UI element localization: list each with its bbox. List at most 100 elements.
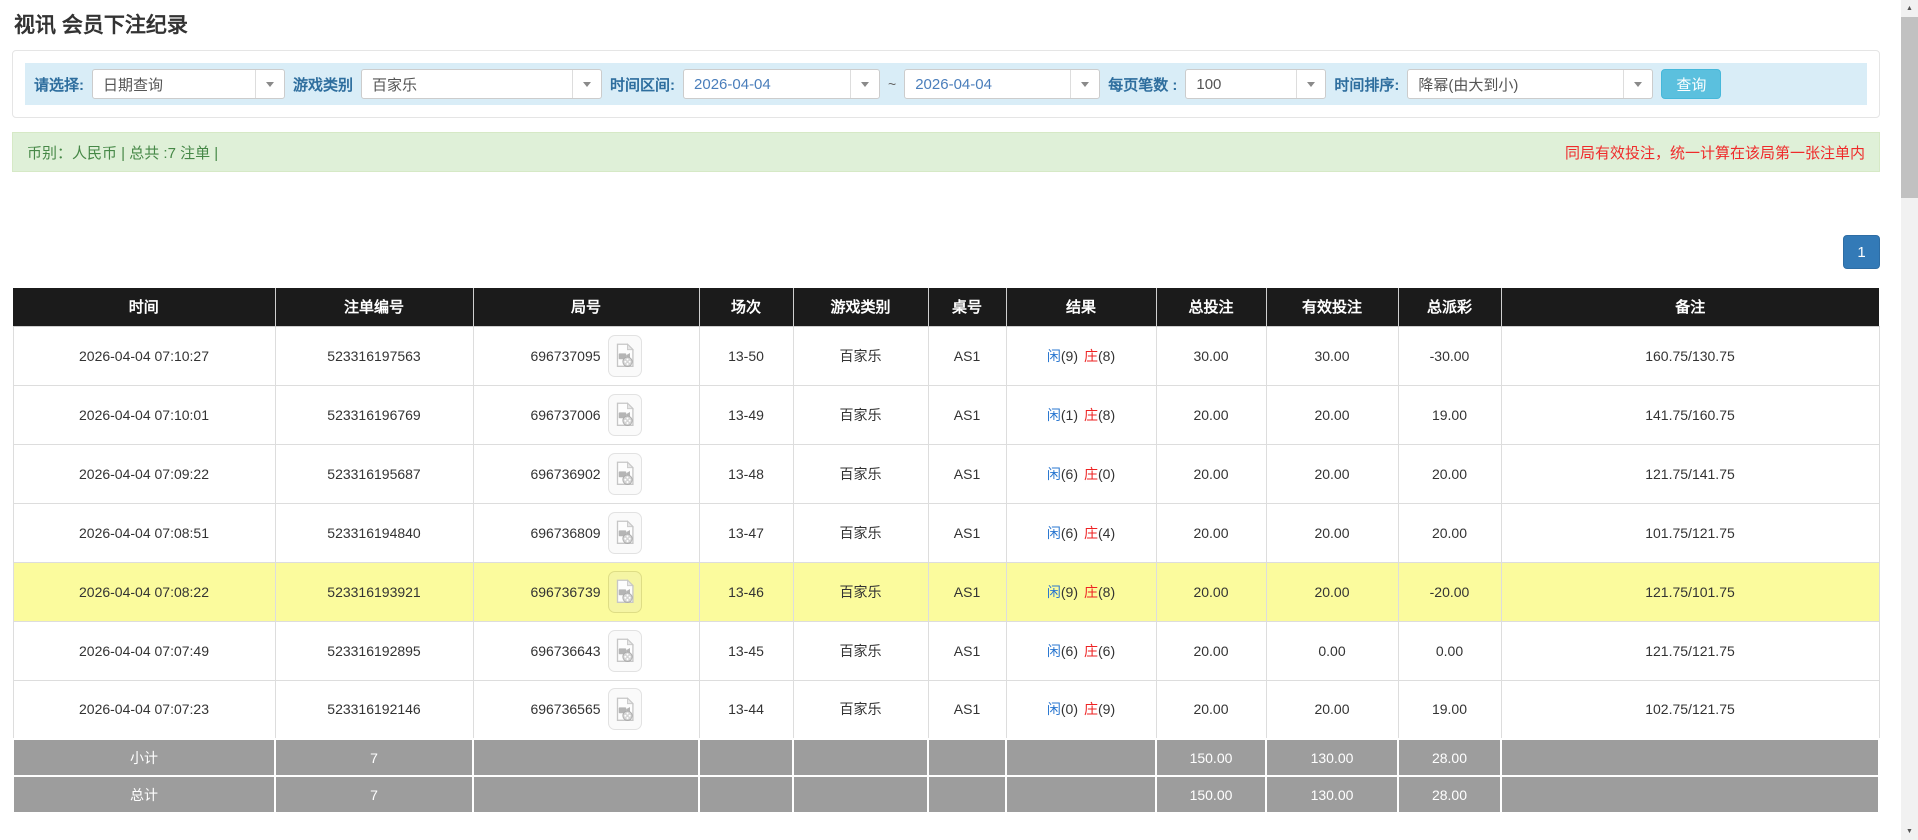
page-title: 视讯 会员下注纪录: [14, 9, 1880, 39]
date-from-select[interactable]: 2026-04-04: [683, 69, 880, 99]
cell-total-bet-link[interactable]: 20.00: [1156, 385, 1266, 444]
scroll-up-arrow-icon[interactable]: ▲: [1901, 0, 1918, 17]
cell-round-id: 696736643: [473, 621, 699, 680]
table-row: 2026-04-04 07:09:22 523316195687 6967369…: [13, 444, 1879, 503]
cell-total-bet-link[interactable]: 20.00: [1156, 562, 1266, 621]
empty-cell: [1501, 739, 1879, 776]
bet-records-table: 时间 注单编号 局号 场次 游戏类别 桌号 结果 总投注 有效投注 总派彩 备注…: [12, 288, 1880, 814]
subtotal-label: 小计: [13, 739, 275, 776]
valid-bet-note: 同局有效投注，统一计算在该局第一张注单内: [1565, 142, 1865, 163]
game-type-select[interactable]: 百家乐: [361, 69, 602, 99]
cell-total-bet-link[interactable]: 20.00: [1156, 621, 1266, 680]
subtotal-total-bet: 150.00: [1156, 739, 1266, 776]
game-type-value: 百家乐: [362, 74, 572, 95]
result-banker-score: (0): [1098, 466, 1115, 482]
cell-bet-id: 523316196769: [275, 385, 473, 444]
filter-bar: 请选择: 日期查询 游戏类别 百家乐 时间区间: 2026-04-04 ~ 20…: [25, 63, 1867, 105]
cell-bet-id: 523316192895: [275, 621, 473, 680]
cell-valid-bet: 20.00: [1266, 444, 1398, 503]
query-type-select[interactable]: 日期查询: [92, 69, 285, 99]
cell-session: 13-46: [699, 562, 793, 621]
date-to-select[interactable]: 2026-04-04: [904, 69, 1100, 99]
result-player-score: (9): [1061, 584, 1078, 600]
header-bet-id: 注单编号: [275, 288, 473, 326]
total-count: 7: [275, 776, 473, 813]
page-size-value: 100: [1186, 76, 1296, 93]
page-1-button[interactable]: 1: [1843, 235, 1880, 269]
cell-result: 闲(9)庄(8): [1006, 562, 1156, 621]
video-replay-button[interactable]: [608, 688, 642, 730]
video-replay-button[interactable]: [608, 453, 642, 495]
scrollbar-thumb[interactable]: [1901, 17, 1918, 198]
cell-note: 160.75/130.75: [1501, 326, 1879, 385]
cell-total-bet-link[interactable]: 20.00: [1156, 503, 1266, 562]
result-player: 闲: [1047, 407, 1061, 423]
total-row: 总计 7 150.00 130.00 28.00: [13, 776, 1879, 813]
round-id-text: 696736809: [530, 525, 600, 541]
header-game-type: 游戏类别: [793, 288, 928, 326]
table-row: 2026-04-04 07:10:01 523316196769 6967370…: [13, 385, 1879, 444]
table-row: 2026-04-04 07:10:27 523316197563 6967370…: [13, 326, 1879, 385]
cell-payout: 20.00: [1398, 503, 1501, 562]
query-type-label: 请选择:: [34, 74, 84, 95]
cell-note: 141.75/160.75: [1501, 385, 1879, 444]
result-banker-score: (9): [1098, 701, 1115, 717]
result-banker-score: (8): [1098, 348, 1115, 364]
cell-valid-bet: 20.00: [1266, 385, 1398, 444]
pagination: 1: [12, 235, 1880, 269]
summary-bar: 币别：人民币 | 总共 :7 注单 | 同局有效投注，统一计算在该局第一张注单内: [12, 132, 1880, 172]
video-replay-button[interactable]: [608, 335, 642, 377]
video-replay-button[interactable]: [608, 394, 642, 436]
scrollbar[interactable]: ▲ ▼: [1901, 0, 1918, 840]
empty-cell: [928, 739, 1006, 776]
round-id-text: 696736902: [530, 466, 600, 482]
result-banker-score: (6): [1098, 643, 1115, 659]
result-player-score: (6): [1061, 643, 1078, 659]
cell-session: 13-44: [699, 680, 793, 739]
cell-total-bet-link[interactable]: 30.00: [1156, 326, 1266, 385]
table-row: 2026-04-04 07:08:51 523316194840 6967368…: [13, 503, 1879, 562]
video-file-icon: [615, 579, 635, 604]
video-file-icon: [615, 461, 635, 486]
result-banker: 庄: [1084, 348, 1098, 364]
sort-select[interactable]: 降幂(由大到小): [1407, 69, 1653, 99]
cell-valid-bet: 0.00: [1266, 621, 1398, 680]
page-size-label: 每页笔数 :: [1108, 74, 1177, 95]
page-size-select[interactable]: 100: [1185, 69, 1326, 99]
video-replay-button[interactable]: [608, 571, 642, 613]
result-banker: 庄: [1084, 701, 1098, 717]
cell-payout: 19.00: [1398, 680, 1501, 739]
cell-bet-id: 523316195687: [275, 444, 473, 503]
cell-total-bet-link[interactable]: 20.00: [1156, 444, 1266, 503]
video-replay-button[interactable]: [608, 630, 642, 672]
cell-valid-bet: 20.00: [1266, 680, 1398, 739]
cell-time: 2026-04-04 07:07:49: [13, 621, 275, 680]
date-from-value: 2026-04-04: [684, 76, 850, 93]
cell-session: 13-50: [699, 326, 793, 385]
cell-game-type: 百家乐: [793, 503, 928, 562]
cell-round-id: 696737006: [473, 385, 699, 444]
header-round-id: 局号: [473, 288, 699, 326]
cell-round-id: 696736902: [473, 444, 699, 503]
table-row: 2026-04-04 07:07:23 523316192146 6967365…: [13, 680, 1879, 739]
cell-table-no: AS1: [928, 562, 1006, 621]
result-banker: 庄: [1084, 584, 1098, 600]
cell-time: 2026-04-04 07:08:51: [13, 503, 275, 562]
chevron-down-icon: [1623, 70, 1652, 98]
cell-time: 2026-04-04 07:08:22: [13, 562, 275, 621]
header-table-no: 桌号: [928, 288, 1006, 326]
result-banker: 庄: [1084, 407, 1098, 423]
total-total-bet: 150.00: [1156, 776, 1266, 813]
search-button[interactable]: 查询: [1661, 69, 1721, 99]
cell-table-no: AS1: [928, 680, 1006, 739]
video-file-icon: [615, 343, 635, 368]
empty-cell: [793, 739, 928, 776]
cell-table-no: AS1: [928, 503, 1006, 562]
result-player-score: (1): [1061, 407, 1078, 423]
video-replay-button[interactable]: [608, 512, 642, 554]
cell-note: 102.75/121.75: [1501, 680, 1879, 739]
cell-total-bet-link[interactable]: 20.00: [1156, 680, 1266, 739]
cell-time: 2026-04-04 07:07:23: [13, 680, 275, 739]
cell-note: 101.75/121.75: [1501, 503, 1879, 562]
scroll-down-arrow-icon[interactable]: ▼: [1901, 823, 1918, 840]
